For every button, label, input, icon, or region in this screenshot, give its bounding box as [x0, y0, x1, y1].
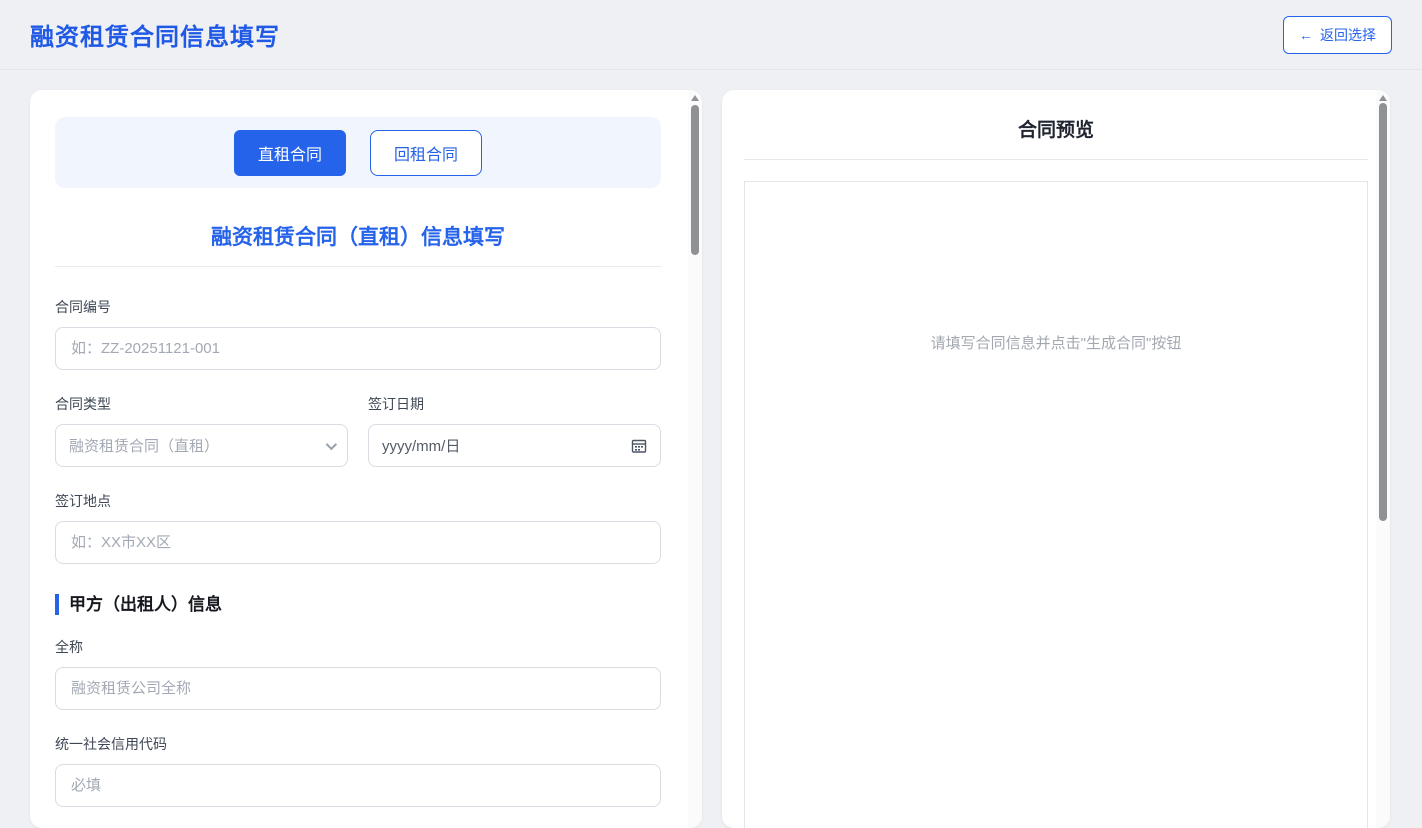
party-a-credit-code-label: 统一社会信用代码	[55, 734, 661, 754]
form-scrollbar-thumb[interactable]	[691, 105, 699, 255]
preview-scrollbar-thumb[interactable]	[1379, 103, 1387, 521]
sign-place-field: 签订地点	[55, 491, 661, 564]
sign-place-label: 签订地点	[55, 491, 661, 511]
contract-form: 直租合同 回租合同 融资租赁合同（直租）信息填写 合同编号 合同类型 融资租赁合…	[30, 90, 702, 828]
contract-mode-toggle: 直租合同 回租合同	[55, 117, 661, 188]
form-body: 合同编号 合同类型 融资租赁合同（直租） 签订日期 yyyy/	[55, 297, 661, 828]
leaseback-tab[interactable]: 回租合同	[370, 130, 482, 176]
party-a-name-field: 全称	[55, 637, 661, 710]
contract-type-field: 合同类型 融资租赁合同（直租）	[55, 394, 348, 467]
back-button-label: 返回选择	[1320, 25, 1376, 45]
preview-box: 请填写合同信息并点击"生成合同"按钮	[744, 181, 1368, 828]
page-title: 融资租赁合同信息填写	[30, 17, 280, 52]
party-a-name-label: 全称	[55, 637, 661, 657]
contract-type-select[interactable]: 融资租赁合同（直租）	[55, 424, 348, 467]
preview-empty-message: 请填写合同信息并点击"生成合同"按钮	[745, 182, 1367, 353]
contract-no-label: 合同编号	[55, 297, 661, 317]
back-button[interactable]: ← 返回选择	[1283, 16, 1392, 54]
back-arrow-icon: ←	[1299, 27, 1313, 43]
party-a-credit-code-input[interactable]	[55, 764, 661, 807]
type-date-row: 合同类型 融资租赁合同（直租） 签订日期 yyyy/mm/日	[55, 394, 661, 467]
preview-heading: 合同预览	[744, 115, 1368, 142]
direct-lease-tab[interactable]: 直租合同	[234, 130, 346, 176]
main-content: 直租合同 回租合同 融资租赁合同（直租）信息填写 合同编号 合同类型 融资租赁合…	[0, 70, 1422, 828]
scroll-up-arrow-icon[interactable]	[1379, 95, 1387, 101]
party-a-section-header: 甲方（出租人）信息	[55, 594, 661, 615]
sign-date-input[interactable]: yyyy/mm/日	[368, 424, 661, 467]
sign-date-field: 签订日期 yyyy/mm/日	[368, 394, 661, 467]
contract-no-field: 合同编号	[55, 297, 661, 370]
page-header: 融资租赁合同信息填写 ← 返回选择	[0, 0, 1422, 70]
calendar-icon	[631, 438, 647, 454]
preview-divider	[744, 159, 1368, 160]
scroll-up-arrow-icon[interactable]	[691, 95, 699, 101]
chevron-down-icon	[326, 438, 337, 449]
sign-date-value: yyyy/mm/日	[382, 435, 460, 456]
party-a-name-input[interactable]	[55, 667, 661, 710]
contract-type-value: 融资租赁合同（直租）	[69, 435, 219, 456]
contract-preview-panel: 合同预览 请填写合同信息并点击"生成合同"按钮	[722, 90, 1390, 828]
sign-place-input[interactable]	[55, 521, 661, 564]
form-heading: 融资租赁合同（直租）信息填写	[55, 221, 661, 267]
sign-date-label: 签订日期	[368, 394, 661, 414]
party-a-credit-code-field: 统一社会信用代码	[55, 734, 661, 807]
contract-no-input[interactable]	[55, 327, 661, 370]
preview-content: 合同预览 请填写合同信息并点击"生成合同"按钮	[722, 90, 1390, 828]
preview-scrollbar[interactable]	[1376, 90, 1390, 828]
contract-type-label: 合同类型	[55, 394, 348, 414]
form-scrollbar[interactable]	[688, 90, 702, 828]
contract-form-panel: 直租合同 回租合同 融资租赁合同（直租）信息填写 合同编号 合同类型 融资租赁合…	[30, 90, 702, 828]
